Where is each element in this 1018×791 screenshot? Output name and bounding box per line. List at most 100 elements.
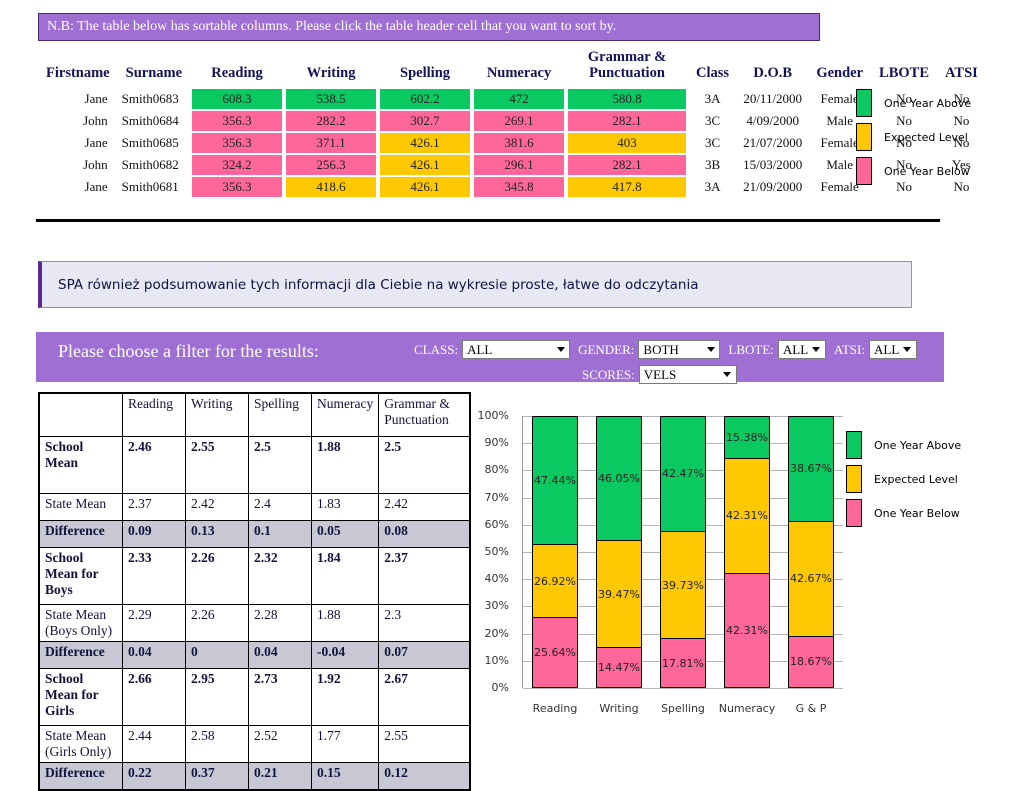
chart-segment-value-label: 17.81% (662, 656, 704, 670)
chart-x-axis-label: G & P (795, 702, 827, 715)
scores-filter-select[interactable]: VELS (638, 365, 737, 384)
lbote-filter-label: LBOTE: (728, 341, 774, 357)
chart-bar-segment: 42.67% (789, 520, 833, 636)
chart-y-axis-tick: 90% (484, 436, 509, 450)
column-header-surname[interactable]: Surname (118, 48, 190, 88)
legend-item-one-year-below: One Year Below (856, 154, 971, 188)
filter-bar-title: Please choose a filter for the results: (58, 341, 319, 361)
column-header-lbote[interactable]: LBOTE (871, 48, 937, 88)
score-chip: 282.2 (286, 110, 377, 131)
column-header-atsi[interactable]: ATSI (937, 48, 986, 88)
cell-surname: Smith0683 (121, 90, 179, 106)
chart-bar-segment: 47.44% (533, 417, 577, 545)
students-table-header-row: Firstname Surname Reading Writing Spelli… (38, 48, 986, 88)
cell-reading: 608.3 (190, 88, 284, 110)
score-chip: 356.3 (192, 176, 283, 197)
score-chip: 302.7 (380, 110, 471, 131)
cell-surname: Smith0681 (121, 178, 179, 194)
column-header-spelling[interactable]: Spelling (378, 48, 472, 88)
summary-column-header-numeracy: Numeracy (310, 392, 380, 437)
lbote-filter-select[interactable]: ALL (777, 340, 826, 359)
class-filter-select[interactable]: ALL (462, 340, 571, 359)
summary-cell: 2.67 (378, 668, 471, 726)
summary-cell: 2.42 (378, 493, 471, 521)
cell-dob: 21/09/2000 (743, 178, 803, 194)
summary-corner-cell (39, 393, 123, 437)
legend-label: Expected Level (874, 472, 958, 486)
lbote-filter-value: ALL (782, 341, 809, 357)
summary-row-difference-boys: Difference 0.04 0 0.04 -0.04 0.07 (38, 641, 471, 669)
summary-row-school-mean: School Mean 2.46 2.55 2.5 1.88 2.5 (38, 436, 471, 494)
summary-cell: 0.13 (185, 520, 249, 548)
summary-cell: 0.37 (185, 762, 249, 791)
score-chip: 282.1 (568, 110, 687, 131)
filter-row-scores: SCORES: VELS (582, 365, 737, 384)
chart-segment-value-label: 26.92% (534, 574, 576, 588)
score-chip: 356.3 (192, 132, 283, 153)
summary-row-difference-girls: Difference 0.22 0.37 0.21 0.15 0.12 (38, 762, 471, 791)
chart-legend-item-one-year-above: One Year Above (846, 428, 961, 462)
legend-label: One Year Below (874, 506, 960, 520)
chart-segment-value-label: 39.47% (598, 587, 640, 601)
cell-class: 3C (704, 134, 721, 150)
column-header-grammar-punctuation[interactable]: Grammar & Punctuation (566, 48, 688, 88)
score-chip: 426.1 (380, 176, 471, 197)
chart-y-axis-tick: 10% (484, 653, 509, 667)
legend-label: Expected Level (884, 130, 968, 144)
chart-bar-reading: 47.44% 26.92% 25.64% (532, 416, 578, 688)
column-header-gender[interactable]: Gender (808, 48, 871, 88)
summary-cell: 2.26 (185, 604, 249, 642)
legend-swatch-yellow-icon (856, 123, 872, 151)
column-header-dob[interactable]: D.O.B (737, 48, 808, 88)
chart-segment-value-label: 42.67% (790, 572, 832, 586)
legend-label: One Year Above (874, 438, 962, 452)
summary-cell: -0.04 (310, 641, 380, 669)
summary-cell: 2.37 (378, 547, 471, 605)
cell-numeracy: 296.1 (472, 154, 566, 176)
summary-cell: 0.15 (310, 762, 380, 791)
class-filter-value: ALL (467, 341, 493, 357)
chart-bar-segment: 42.31% (725, 458, 769, 573)
table-row: Jane Smith0683 608.3 538.5 602.2 472 580… (38, 88, 986, 110)
column-header-writing[interactable]: Writing (284, 48, 378, 88)
summary-cell: 2.95 (185, 668, 249, 726)
legend-item-expected-level: Expected Level (856, 120, 971, 154)
atsi-filter-select[interactable]: ALL (868, 340, 917, 359)
chevron-down-icon (900, 341, 915, 358)
cell-spelling: 302.7 (378, 110, 472, 132)
column-header-numeracy[interactable]: Numeracy (472, 48, 566, 88)
chart-y-axis-tick: 70% (484, 490, 509, 504)
column-header-reading[interactable]: Reading (190, 48, 284, 88)
cell-numeracy: 381.6 (472, 132, 566, 154)
chart-bar-segment: 38.67% (789, 417, 833, 521)
cell-writing: 371.1 (284, 132, 378, 154)
chart-bar-segment: 46.05% (597, 417, 641, 541)
summary-row-label: Difference (38, 520, 123, 548)
gender-filter-select[interactable]: BOTH (638, 340, 721, 359)
chart-y-axis-tick: 100% (477, 409, 509, 422)
section-divider (36, 219, 940, 222)
summary-cell: 0.07 (378, 641, 471, 669)
chart-gridline (523, 688, 843, 689)
cell-grammar: 282.1 (566, 110, 688, 132)
chart-segment-value-label: 39.73% (662, 578, 704, 592)
legend-swatch-pink-icon (856, 157, 872, 185)
atsi-filter-label: ATSI: (833, 341, 865, 357)
summary-cell: 2.55 (185, 436, 249, 494)
summary-row-school-mean-girls: School Mean for Girls 2.66 2.95 2.73 1.9… (38, 668, 471, 726)
chart-bar-g-p: 38.67% 42.67% 18.67% (788, 416, 834, 688)
cell-surname: Smith0685 (121, 134, 179, 150)
grammar-header-line2: Punctuation (589, 64, 665, 81)
column-header-firstname[interactable]: Firstname (38, 48, 118, 88)
column-header-class[interactable]: Class (688, 48, 737, 88)
cell-surname: Smith0682 (121, 156, 179, 172)
summary-cell: 2.37 (122, 493, 186, 521)
summary-cell: 0.05 (310, 520, 380, 548)
legend-swatch-green-icon (856, 89, 872, 117)
summary-gp-line2: Punctuation (384, 412, 449, 427)
chart-bar-numeracy: 15.38% 42.31% 42.31% (724, 416, 770, 688)
table-row: John Smith0684 356.3 282.2 302.7 269.1 2… (38, 110, 986, 132)
gender-filter-label: GENDER: (578, 341, 635, 357)
summary-cell: 0.09 (122, 520, 186, 548)
score-chip: 324.2 (192, 154, 283, 175)
